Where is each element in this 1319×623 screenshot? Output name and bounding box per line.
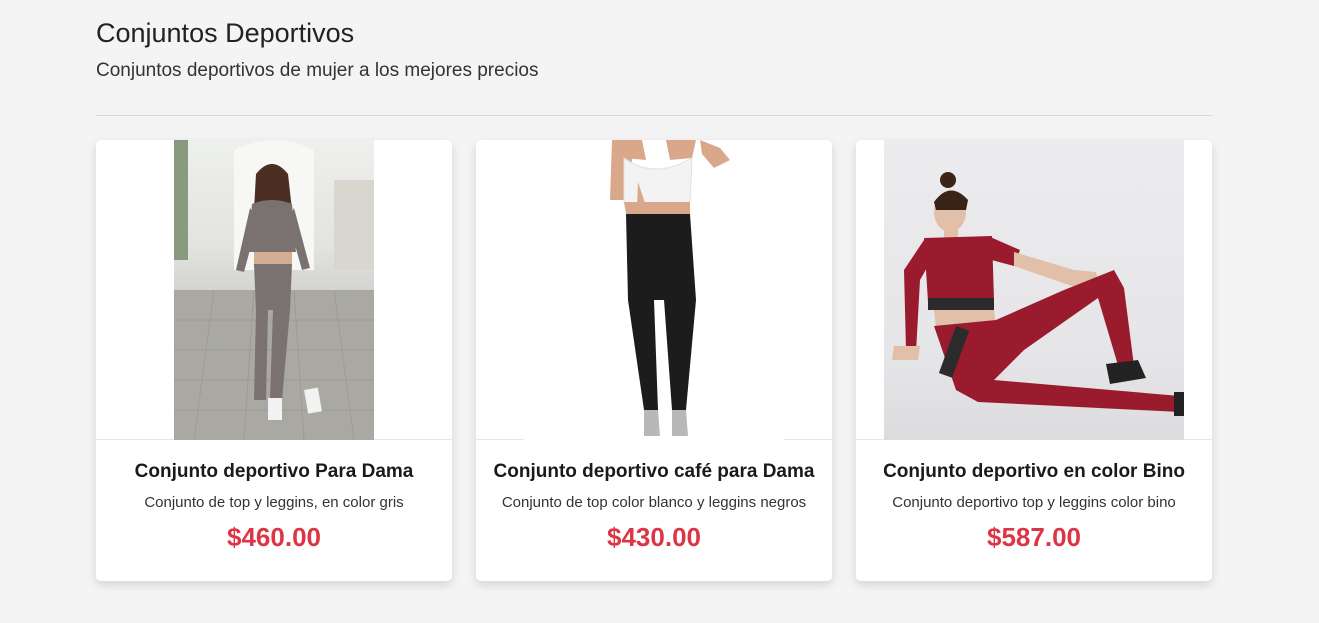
product-price: $587.00 — [987, 522, 1081, 552]
header-divider — [96, 115, 1212, 116]
product-photo-black-leggings — [610, 140, 730, 436]
page-header: Conjuntos Deportivos Conjuntos deportivo… — [96, 16, 1212, 83]
product-price: $430.00 — [607, 522, 701, 552]
product-title[interactable]: Conjunto deportivo Para Dama — [112, 460, 436, 484]
product-card[interactable]: Conjunto deportivo Para Dama Conjunto de… — [96, 140, 452, 581]
product-title[interactable]: Conjunto deportivo café para Dama — [492, 460, 816, 484]
page-subtitle: Conjuntos deportivos de mujer a los mejo… — [96, 60, 539, 81]
product-image-container — [856, 140, 1212, 440]
product-description: Conjunto de top y leggins, en color gris — [144, 494, 404, 511]
product-image[interactable] — [884, 140, 1184, 440]
product-photo-bino-outfit — [892, 172, 1184, 416]
product-price: $460.00 — [227, 522, 321, 552]
product-image[interactable] — [524, 140, 784, 440]
product-description: Conjunto deportivo top y leggins color b… — [892, 494, 1176, 511]
product-card[interactable]: Conjunto deportivo café para Dama Conjun… — [476, 140, 832, 581]
product-photo-gray-outfit — [174, 140, 374, 440]
product-title[interactable]: Conjunto deportivo en color Bino — [872, 460, 1196, 484]
product-image-container — [96, 140, 452, 440]
product-description: Conjunto de top color blanco y leggins n… — [501, 494, 807, 511]
page-title: Conjuntos Deportivos — [96, 18, 355, 48]
product-image-container — [476, 140, 832, 440]
product-card[interactable]: Conjunto deportivo en color Bino Conjunt… — [856, 140, 1212, 581]
product-image[interactable] — [174, 140, 374, 440]
